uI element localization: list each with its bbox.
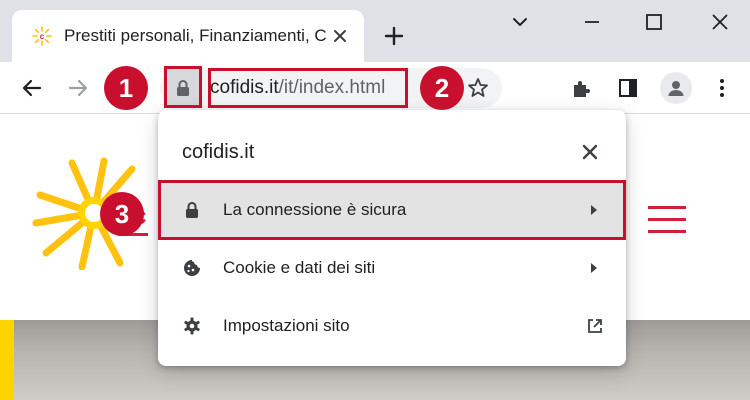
side-panel-icon[interactable] <box>616 76 640 100</box>
tab-search-chevron-icon[interactable] <box>508 10 532 34</box>
tab-title: Prestiti personali, Finanziamenti, C <box>64 26 326 45</box>
maximize-icon[interactable] <box>642 10 666 34</box>
step-badge-2: 2 <box>420 66 464 110</box>
highlight-lock-box <box>164 66 202 108</box>
cofidis-favicon-icon: c <box>32 26 52 46</box>
popup-close-icon[interactable] <box>578 140 602 164</box>
back-icon[interactable] <box>20 76 44 100</box>
svg-text:c: c <box>40 32 45 41</box>
window-close-icon[interactable] <box>708 10 732 34</box>
step-badge-3: 3 <box>100 192 144 236</box>
profile-button[interactable] <box>660 72 692 104</box>
profile-avatar-icon <box>668 81 684 96</box>
site-menu-hamburger-icon[interactable] <box>648 206 686 234</box>
open-external-icon <box>588 319 602 333</box>
cookie-icon <box>184 260 200 276</box>
hero-yellow-accent <box>0 320 14 400</box>
menu-kebab-icon[interactable] <box>710 76 734 100</box>
gear-icon <box>184 317 200 335</box>
bookmark-star-icon[interactable] <box>466 76 490 100</box>
tab-close-icon[interactable] <box>330 26 350 46</box>
chevron-right-icon <box>591 263 597 273</box>
popup-site-title: cofidis.it <box>182 141 255 163</box>
forward-icon[interactable] <box>66 76 90 100</box>
new-tab-icon[interactable] <box>382 24 406 48</box>
highlight-url-box <box>208 68 408 108</box>
site-settings-item[interactable]: Impostazioni sito <box>158 297 626 355</box>
browser-tab[interactable]: c Prestiti personali, Finanziamenti, C <box>12 10 364 62</box>
highlight-connection-row-box <box>158 180 626 240</box>
minimize-icon[interactable] <box>580 10 604 34</box>
extensions-puzzle-icon[interactable] <box>570 76 594 100</box>
site-settings-label: Impostazioni sito <box>223 316 350 335</box>
cookies-site-data-item[interactable]: Cookie e dati dei siti <box>158 239 626 297</box>
tab-strip: c Prestiti personali, Finanziamenti, C <box>0 0 750 62</box>
step-badge-1: 1 <box>104 66 148 110</box>
cookies-site-data-label: Cookie e dati dei siti <box>223 258 376 277</box>
